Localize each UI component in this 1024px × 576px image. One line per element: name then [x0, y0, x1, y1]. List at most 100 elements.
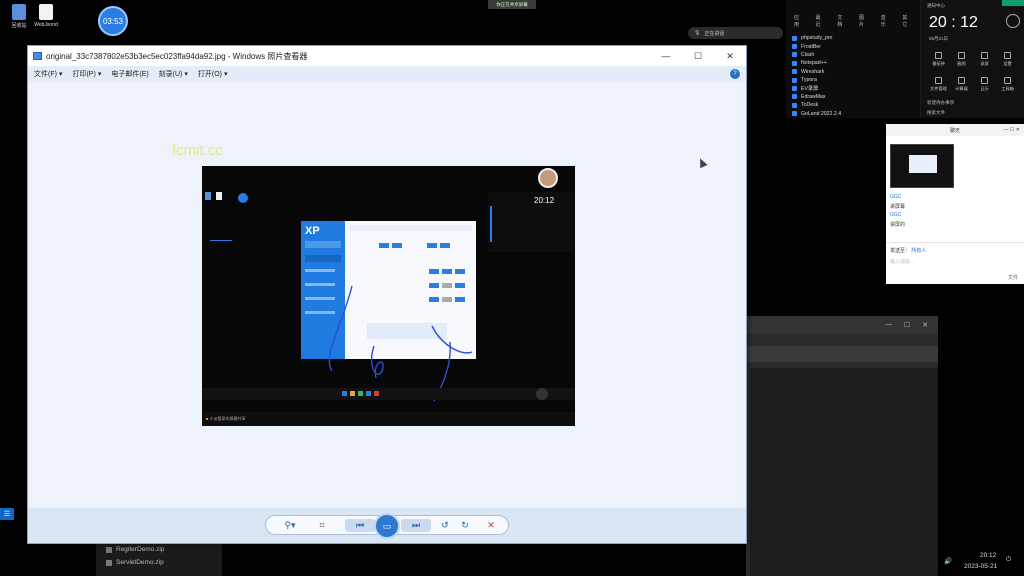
launcher-tab[interactable]: 音乐: [881, 14, 891, 28]
share-footer-text: 小派管家的屏幕共享: [209, 416, 246, 421]
slideshow-button[interactable]: ▭: [374, 513, 400, 539]
app-label: EV录屏: [801, 86, 819, 93]
chat-input[interactable]: 输入消息...: [890, 258, 1020, 265]
viewer-toolbar: ⚲▾ ⌗ ⏮ ▭ ⏭ ↺ ↻ ✕: [28, 508, 746, 543]
watermark: fcmit.cc: [172, 142, 223, 159]
pen-stroke: [328, 285, 353, 372]
volume-icon[interactable]: 🔊: [944, 557, 952, 565]
window-body: [746, 368, 938, 576]
share-footer: ■ 小派管家的屏幕共享: [202, 412, 575, 426]
power-icon[interactable]: ⏻: [1006, 556, 1011, 564]
shared-image-thumbnail[interactable]: [890, 144, 954, 188]
image-canvas[interactable]: fcmit.cc 20:12 XP ■ 小派管家的屏幕共享: [28, 82, 746, 510]
app-icon: [792, 102, 797, 108]
launcher-app-item[interactable]: Clash: [792, 51, 914, 59]
menu-burn[interactable]: 刻录(U): [159, 69, 183, 79]
launcher-app-item[interactable]: Typora: [792, 76, 914, 84]
app-icon: [792, 86, 797, 92]
delete-button[interactable]: ✕: [484, 519, 498, 532]
screen-share-banner[interactable]: 你正在共享屏幕: [488, 0, 536, 9]
app-icon: [792, 35, 797, 41]
close-icon[interactable]: ✕: [922, 321, 928, 334]
app-label: Wireshark: [801, 68, 825, 75]
app-icon: [792, 44, 797, 50]
app-label: Clash: [801, 51, 815, 58]
meeting-timer[interactable]: 03:53: [98, 6, 128, 36]
new-todo[interactable]: 新建待办事项: [927, 100, 954, 106]
title-bar: original_33c7387802e53b3ec5ec023ffa94da9…: [28, 46, 746, 66]
launcher-app-item[interactable]: EdrawMax: [792, 93, 914, 101]
rotate-clockwise-button[interactable]: ↻: [458, 519, 472, 532]
desktop-icon-label: WebJsond: [34, 22, 58, 28]
photo-viewer-icon: [33, 52, 42, 60]
maximize-icon[interactable]: ☐: [904, 321, 910, 334]
launcher-app-item[interactable]: GoLand 2022.2.4: [792, 110, 914, 118]
desktop-icon-webjsond[interactable]: WebJsond: [31, 4, 61, 28]
app-label: EdrawMax: [801, 93, 826, 100]
launcher-tab[interactable]: 其它: [902, 14, 912, 28]
minimize-icon[interactable]: —: [885, 321, 892, 334]
chat-message: 讲屏幕: [890, 204, 906, 210]
quick-action[interactable]: 设置: [996, 52, 1019, 67]
menu-file[interactable]: 文件(F): [34, 69, 57, 79]
quick-action[interactable]: 日历: [973, 77, 996, 92]
file-item[interactable]: RegiterDemo.zip: [106, 543, 212, 556]
corner-accent: [1002, 0, 1024, 6]
maximize-button[interactable]: ☐: [682, 51, 714, 62]
previous-button[interactable]: ⏮: [345, 519, 375, 532]
rotate-counterclockwise-button[interactable]: ↺: [438, 519, 452, 532]
app-icon: [792, 52, 797, 58]
menu-open[interactable]: 打开(O): [198, 69, 222, 79]
app-label: GoLand 2022.2.4: [801, 110, 842, 117]
launcher-app-item[interactable]: Notepad++: [792, 59, 914, 67]
quick-action[interactable]: 文件管理: [927, 77, 950, 92]
chat-sender: GGC: [890, 194, 902, 200]
voice-indicator: 🎙 正在讲话: [688, 27, 783, 39]
close-button[interactable]: ✕: [714, 51, 746, 62]
launcher-tab[interactable]: 图片: [859, 14, 869, 28]
menu-print[interactable]: 打印(P): [72, 69, 95, 79]
file-button[interactable]: 文件: [1008, 274, 1018, 281]
app-label: phpstudy_pro: [801, 35, 833, 42]
send-to-select[interactable]: 所有人: [911, 248, 926, 254]
quick-action[interactable]: 番茄钟: [927, 52, 950, 67]
chat-message: 讲屏的: [890, 222, 906, 228]
recycle-bin-icon: [12, 4, 26, 20]
quick-action[interactable]: 录屏: [973, 52, 996, 67]
next-button[interactable]: ⏭: [401, 519, 431, 532]
chevron-down-icon: ▾: [97, 71, 102, 78]
fit-window-button[interactable]: ⌗: [315, 519, 329, 532]
zoom-button[interactable]: ⚲▾: [280, 519, 300, 532]
background-app-window: — ☐ ✕: [746, 316, 938, 576]
launcher-app-item[interactable]: EV录屏: [792, 84, 914, 92]
tray-date[interactable]: 2023-05-21: [964, 563, 997, 570]
chat-window-controls[interactable]: — ☐ ✕: [1004, 127, 1020, 133]
minimize-button[interactable]: —: [650, 51, 682, 62]
tray-time[interactable]: 20:12: [980, 552, 996, 559]
microphone-icon: 🎙: [694, 30, 701, 36]
desktop-icon-recycle-bin[interactable]: 回收站: [4, 4, 34, 29]
app-label: FrostBer: [801, 43, 821, 50]
tab-strip: [746, 346, 938, 362]
pen-annotations: [328, 285, 473, 402]
quick-action[interactable]: 截图: [950, 52, 973, 67]
clock-time: 20 : 12: [929, 14, 978, 31]
launcher-tab[interactable]: 应用: [794, 14, 804, 28]
menu-email[interactable]: 电子邮件(E): [111, 69, 148, 79]
launcher-tab[interactable]: 文档: [837, 14, 847, 28]
file-item[interactable]: ServletDemo.zip: [106, 556, 212, 569]
side-menu-icon[interactable]: ☰: [0, 508, 14, 520]
launcher-app-item[interactable]: FrostBer: [792, 42, 914, 50]
weather-icon[interactable]: [1006, 14, 1020, 28]
search-files[interactable]: 搜索文件: [927, 110, 945, 116]
menu-bar: 文件(F) ▾ 打印(P) ▾ 电子邮件(E) 刻录(U) ▾ 打开(O) ▾ ?: [28, 66, 746, 82]
quick-action[interactable]: 计算器: [950, 77, 973, 92]
quick-action[interactable]: 工具箱: [996, 77, 1019, 92]
launcher-app-item[interactable]: Wireshark: [792, 68, 914, 76]
launcher-app-item[interactable]: ToDesk: [792, 101, 914, 109]
chat-title: 聊天: [950, 127, 961, 134]
launcher-tab[interactable]: 最近: [816, 14, 826, 28]
help-icon[interactable]: ?: [730, 69, 740, 79]
chevron-down-icon: ▾: [184, 71, 188, 78]
launcher-app-item[interactable]: phpstudy_pro: [792, 34, 914, 42]
